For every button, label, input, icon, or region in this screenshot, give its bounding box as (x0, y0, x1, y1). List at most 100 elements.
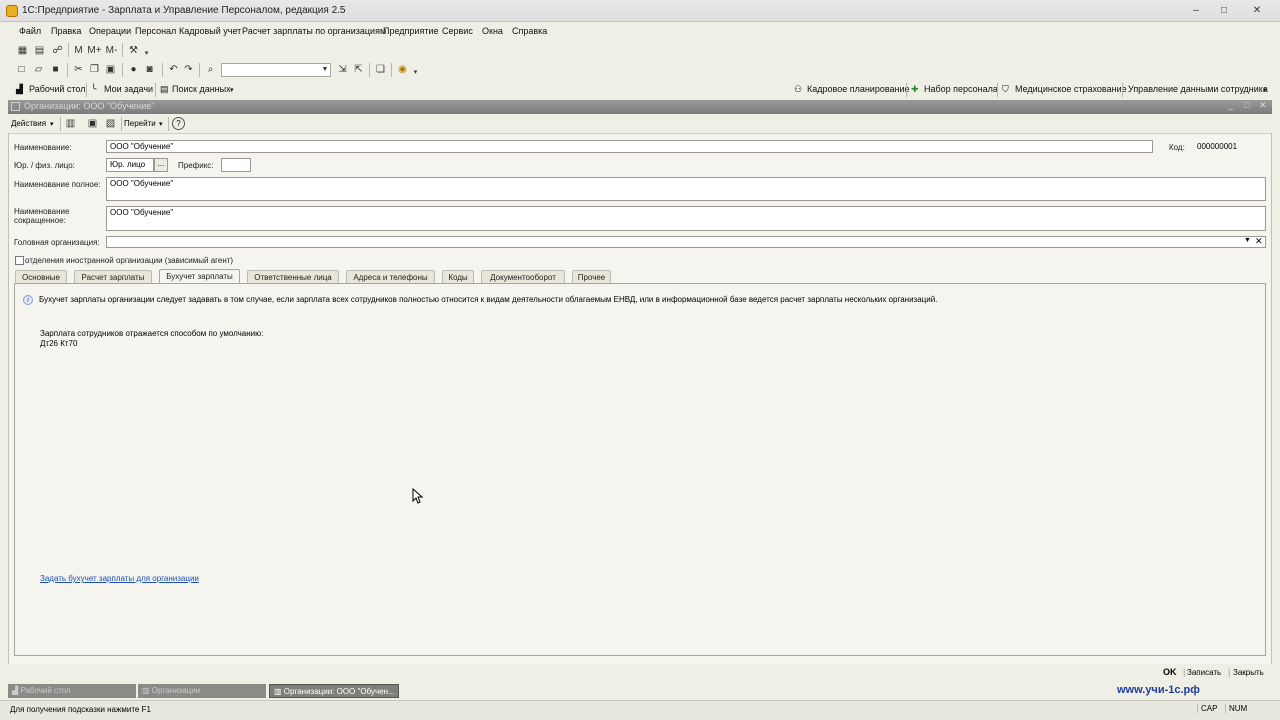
quick-medical-insurance[interactable]: Медицинское страхование (1015, 84, 1127, 94)
separator (162, 63, 163, 77)
undo-icon[interactable]: ↶ (167, 63, 180, 76)
find-next-icon[interactable]: ⇲ (336, 63, 349, 76)
desktop-icon: ▟ (16, 84, 23, 94)
search-input[interactable]: ▼ (221, 63, 331, 77)
name-input[interactable]: ООО "Обучение" (106, 140, 1153, 153)
calendar-icon[interactable]: ▤ (33, 44, 46, 57)
quick-data-search[interactable]: Поиск данных (172, 84, 231, 94)
quick-recruitment[interactable]: Набор персонала (924, 84, 998, 94)
tab-document-flow[interactable]: Документооборот (481, 270, 565, 283)
copy-icon[interactable]: ❐ (88, 63, 101, 76)
settings-icon[interactable]: ⚒ (127, 44, 140, 57)
doc-minimize-button[interactable]: _ (1228, 100, 1233, 110)
menu-personnel[interactable]: Персонал (135, 26, 176, 36)
close-button[interactable]: Закрыть (1233, 668, 1264, 677)
chevron-down-icon[interactable]: ▾ (140, 46, 153, 59)
print-icon[interactable]: ● (127, 63, 140, 76)
legal-type-select-button[interactable]: ... (154, 158, 168, 172)
tab-other[interactable]: Прочее (572, 270, 611, 283)
refresh-icon[interactable]: ▧ (104, 117, 117, 130)
users-icon[interactable]: ☍ (51, 44, 64, 57)
chevron-down-icon[interactable]: ▾ (50, 120, 54, 128)
windows-icon[interactable]: ❏ (374, 63, 387, 76)
calculator-icon[interactable]: ▦ (16, 44, 29, 57)
menu-file[interactable]: Файл (19, 26, 41, 36)
memory-icon[interactable]: M (72, 44, 85, 57)
save-button[interactable]: Записать (1187, 668, 1221, 677)
close-window-button[interactable]: ✕ (1242, 2, 1272, 18)
separator (155, 83, 156, 97)
tab-payroll-accounting[interactable]: Бухучет зарплаты (159, 269, 240, 283)
memory-minus-icon[interactable]: M- (105, 44, 118, 57)
open-folder-icon[interactable]: ▱ (32, 63, 45, 76)
doc-maximize-button[interactable]: □ (1244, 100, 1249, 110)
quick-my-tasks[interactable]: Мои задачи (104, 84, 153, 94)
legal-type-input[interactable]: Юр. лицо (106, 158, 154, 172)
foreign-org-checkbox-label[interactable]: отделения иностранной организации (завис… (25, 256, 233, 265)
memory-plus-icon[interactable]: M+ (87, 44, 101, 57)
chevron-down-icon[interactable]: ▼ (320, 64, 330, 76)
maximize-button[interactable]: □ (1212, 2, 1236, 18)
separator (199, 63, 200, 77)
ok-button[interactable]: OK (1163, 667, 1177, 677)
tab-payroll-calc[interactable]: Расчет зарплаты (74, 270, 152, 283)
separator: | (1183, 667, 1186, 677)
task-organizations[interactable]: ▥ Организации (138, 684, 266, 698)
menu-help[interactable]: Справка (512, 26, 547, 36)
tab-addresses-phones[interactable]: Адреса и телефоны (346, 270, 435, 283)
menu-service[interactable]: Сервис (442, 26, 473, 36)
quick-desktop[interactable]: Рабочий стол (29, 84, 86, 94)
separator (906, 83, 907, 97)
save-close-icon[interactable]: ▥ (64, 117, 77, 130)
menu-enterprise[interactable]: Предприятие (383, 26, 438, 36)
tab-codes[interactable]: Коды (442, 270, 474, 283)
menu-hr[interactable]: Кадровый учет (179, 26, 241, 36)
foreign-org-checkbox[interactable] (15, 256, 24, 265)
chevron-down-icon[interactable]: ▾ (230, 86, 234, 94)
tab-main[interactable]: Основные (15, 270, 67, 283)
goto-menu[interactable]: Перейти (124, 119, 156, 128)
menu-payroll[interactable]: Расчет зарплаты по организациям (242, 26, 386, 36)
find-prev-icon[interactable]: ⇱ (352, 63, 365, 76)
clear-icon[interactable]: ✕ (1255, 236, 1263, 247)
chevron-down-icon[interactable]: ▾ (159, 120, 163, 128)
window-title: 1С:Предприятие - Зарплата и Управление П… (22, 5, 346, 16)
tab-responsible-persons[interactable]: Ответственные лица (247, 270, 339, 283)
doc-close-button[interactable]: ✕ (1259, 100, 1267, 111)
help-icon[interactable]: ◉ (396, 63, 409, 76)
redo-icon[interactable]: ↷ (182, 63, 195, 76)
preview-icon[interactable]: ◙ (143, 63, 156, 76)
new-document-icon[interactable]: □ (15, 63, 28, 76)
separator (122, 63, 123, 77)
quick-employee-data[interactable]: Управление данными сотрудника (1128, 84, 1268, 94)
actions-menu[interactable]: Действия (11, 119, 46, 128)
search-icon[interactable]: ⌕ (204, 63, 217, 76)
write-icon[interactable]: ▣ (86, 117, 99, 130)
task-organization-form[interactable]: ▥ Организации: ООО "Обучен... (269, 684, 399, 698)
short-name-label-2: сокращенное: (14, 216, 66, 225)
menu-operations[interactable]: Операции (89, 26, 131, 36)
toolbar-1: ▦ ▤ ☍ M M+ M- ⚒ ▾ (0, 40, 1280, 60)
chevron-down-icon[interactable]: ▾ (1263, 86, 1267, 94)
quick-hr-planning[interactable]: Кадровое планирование (807, 84, 910, 94)
document-title: Организации: ООО "Обучение" (24, 101, 155, 111)
help-button[interactable]: ? (172, 117, 185, 130)
full-name-input[interactable]: ООО "Обучение" (106, 177, 1266, 201)
task-desktop[interactable]: ▟ Рабочий стол (8, 684, 136, 698)
minimize-button[interactable]: – (1184, 2, 1208, 18)
short-name-input[interactable]: ООО "Обучение" (106, 206, 1266, 231)
cut-icon[interactable]: ✂ (72, 63, 85, 76)
chevron-down-icon[interactable]: ▾ (409, 65, 422, 78)
paste-icon[interactable]: ▣ (104, 63, 117, 76)
parent-org-input[interactable] (106, 236, 1266, 248)
set-payroll-accounting-link[interactable]: Задать бухучет зарплаты для организации (40, 574, 199, 583)
full-name-label: Наименование полное: (14, 180, 101, 189)
form-icon: ▥ (274, 687, 284, 696)
chevron-down-icon[interactable]: ▼ (1244, 237, 1251, 244)
save-icon[interactable]: ■ (49, 63, 62, 76)
separator (86, 83, 87, 97)
menu-windows[interactable]: Окна (482, 26, 503, 36)
prefix-input[interactable] (221, 158, 251, 172)
menu-edit[interactable]: Правка (51, 26, 81, 36)
status-bar: Для получения подсказки нажмите F1 CAP N… (0, 700, 1280, 720)
